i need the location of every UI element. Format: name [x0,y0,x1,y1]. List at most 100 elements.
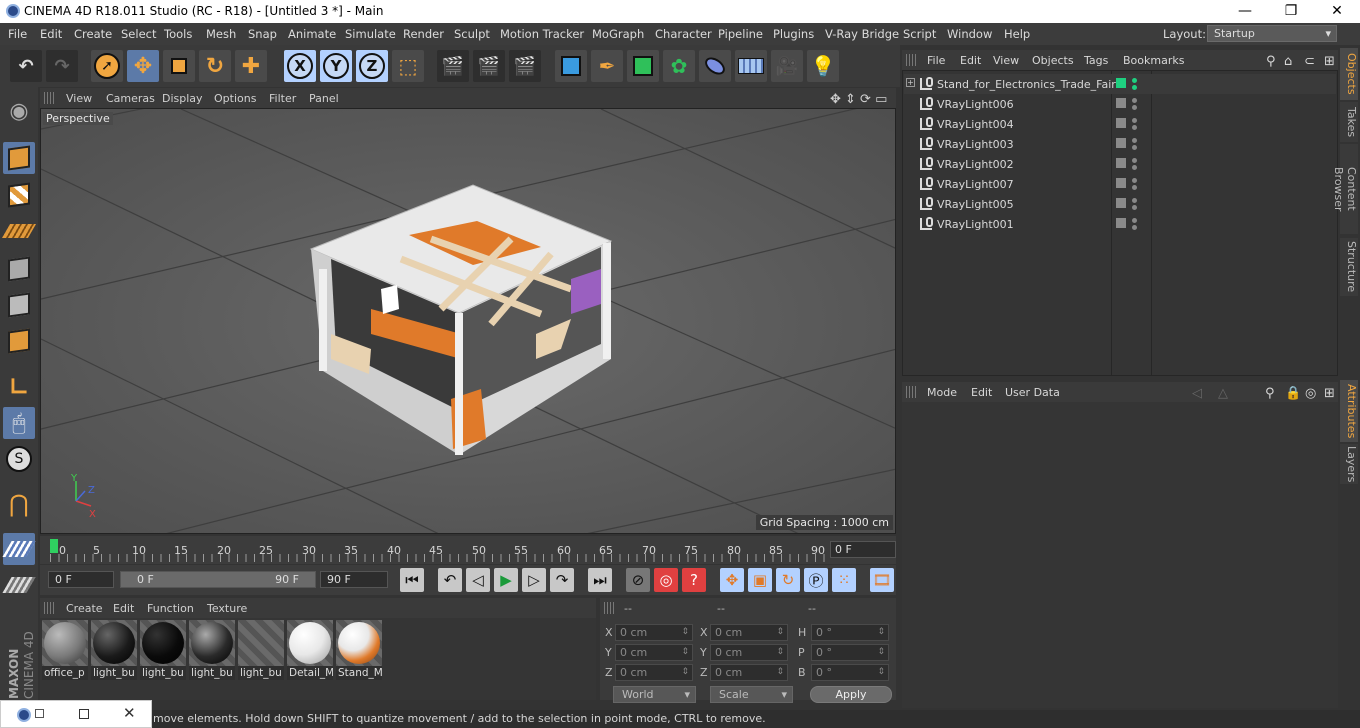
next-frame-icon[interactable]: ▷ [522,568,546,592]
object-row[interactable]: VRayLight003 [904,134,1336,154]
menu-vray-bridge[interactable]: V-Ray Bridge [825,27,899,41]
render-picture-viewer-icon[interactable]: 🎬 [473,50,505,82]
material-swatch[interactable]: Detail_M [287,620,333,680]
menu-help[interactable]: Help [1004,27,1030,41]
render-visibility-dot[interactable] [1132,205,1137,210]
om-menu-file[interactable]: File [927,54,945,67]
menu-window[interactable]: Window [947,27,992,41]
tag-icon[interactable] [1116,198,1126,208]
make-editable-icon[interactable]: ◉ [3,95,35,127]
pen-spline-icon[interactable]: ✒ [591,50,623,82]
render-settings-icon[interactable]: 🎬 [509,50,541,82]
workplane-mode-icon[interactable] [1,215,37,247]
layer-color-tag[interactable] [1116,78,1126,88]
edges-mode-icon[interactable] [3,289,35,321]
object-row[interactable]: VRayLight001 [904,214,1336,234]
expand-toggle-icon[interactable]: + [906,78,915,87]
render-visibility-dot[interactable] [1132,125,1137,130]
menu-edit[interactable]: Edit [40,27,62,41]
material-swatch[interactable]: light_bu [189,620,235,680]
tag-icon[interactable] [1116,218,1126,228]
editor-visibility-dot[interactable] [1132,218,1137,223]
menu-mograph[interactable]: MoGraph [592,27,644,41]
render-visibility-dot[interactable] [1132,185,1137,190]
viewport-menu-options[interactable]: Options [214,92,256,105]
coordinate-system-icon[interactable]: ⬚ [392,50,424,82]
viewport-menu-view[interactable]: View [66,92,92,105]
polygons-mode-icon[interactable] [3,325,35,357]
menu-plugins[interactable]: Plugins [773,27,814,41]
maximize-window-icon[interactable] [79,709,89,719]
enable-axis-icon[interactable]: ∟ [3,371,35,403]
workplane-lock-icon[interactable] [2,533,36,565]
deformer-icon[interactable] [699,50,731,82]
attr-back-icon[interactable]: ◁ [1192,386,1202,401]
editor-visibility-dot[interactable] [1132,198,1137,203]
x-axis-lock-icon[interactable]: X [284,50,316,82]
menu-sculpt[interactable]: Sculpt [454,27,490,41]
current-frame-field[interactable]: 0 F [830,541,896,558]
editor-visibility-dot[interactable] [1132,178,1137,183]
record-scale-icon[interactable]: ▣ [748,568,772,592]
viewport-solo-icon[interactable]: S [3,443,35,475]
size-x-field[interactable]: 0 cm [710,624,788,641]
viewport-menu-cameras[interactable]: Cameras [106,92,155,105]
om-search-icon[interactable]: ⚲ [1266,54,1276,69]
attr-menu-mode[interactable]: Mode [927,386,957,399]
previous-key-icon[interactable]: ↶ [438,568,462,592]
material-menu-function[interactable]: Function [147,602,194,615]
rot-h-field[interactable]: 0 ° [811,624,889,641]
render-visibility-dot[interactable] [1132,85,1137,90]
record-position-icon[interactable]: ✥ [720,568,744,592]
menu-animate[interactable]: Animate [288,27,336,41]
panel-grip-icon[interactable] [906,54,918,66]
rot-b-field[interactable]: 0 ° [811,664,889,681]
object-row[interactable]: + Stand_for_Electronics_Trade_Fair [904,74,1336,94]
locked-workplane-icon[interactable] [2,569,36,601]
editor-visibility-dot[interactable] [1132,78,1137,83]
play-forward-icon[interactable]: ▶ [494,568,518,592]
material-menu-edit[interactable]: Edit [113,602,134,615]
viewport-menu-filter[interactable]: Filter [269,92,296,105]
close-window-icon[interactable]: ✕ [123,704,136,722]
object-row[interactable]: VRayLight005 [904,194,1336,214]
apply-button[interactable]: Apply [810,686,892,703]
timeline-ruler[interactable]: 0 5 10 15 20 25 30 35 40 45 50 55 60 65 … [40,536,896,564]
menu-simulate[interactable]: Simulate [345,27,396,41]
material-swatch[interactable]: office_p [42,620,88,680]
menu-select[interactable]: Select [121,27,156,41]
record-point-level-icon[interactable]: ⁙ [832,568,856,592]
playhead-marker[interactable] [50,539,58,553]
tweak-mode-icon[interactable]: 🖱 [3,407,35,439]
size-mode-dropdown[interactable]: Scale [710,686,793,703]
tab-structure[interactable]: Structure [1340,238,1358,296]
editor-visibility-dot[interactable] [1132,118,1137,123]
attr-lock-icon[interactable]: 🔒 [1285,386,1301,401]
points-mode-icon[interactable] [3,253,35,285]
go-to-start-icon[interactable]: ⏮ [400,568,424,592]
tab-layers[interactable]: Layers [1340,444,1358,484]
menu-script[interactable]: Script [903,27,936,41]
attr-target-icon[interactable]: ◎ [1305,386,1316,401]
editor-visibility-dot[interactable] [1132,98,1137,103]
light-icon[interactable]: 💡 [807,50,839,82]
tab-takes[interactable]: Takes [1340,102,1358,142]
material-menu-texture[interactable]: Texture [207,602,247,615]
pos-x-field[interactable]: 0 cm [615,624,693,641]
timeline-window-icon[interactable]: 🎞 [870,568,894,592]
render-view-icon[interactable]: 🎬 [437,50,469,82]
previous-frame-icon[interactable]: ◁ [466,568,490,592]
keyframe-selection-icon[interactable]: ? [682,568,706,592]
render-visibility-dot[interactable] [1132,105,1137,110]
pos-y-field[interactable]: 0 cm [615,644,693,661]
material-swatch[interactable]: light_bu [140,620,186,680]
menu-character[interactable]: Character [655,27,712,41]
texture-mode-icon[interactable] [3,179,35,211]
tag-icon[interactable] [1116,158,1126,168]
om-menu-tags[interactable]: Tags [1084,54,1108,67]
size-y-field[interactable]: 0 cm [710,644,788,661]
coordinate-space-dropdown[interactable]: World [613,686,696,703]
menu-snap[interactable]: Snap [248,27,277,41]
menu-create[interactable]: Create [74,27,112,41]
cloner-icon[interactable]: ✿ [663,50,695,82]
